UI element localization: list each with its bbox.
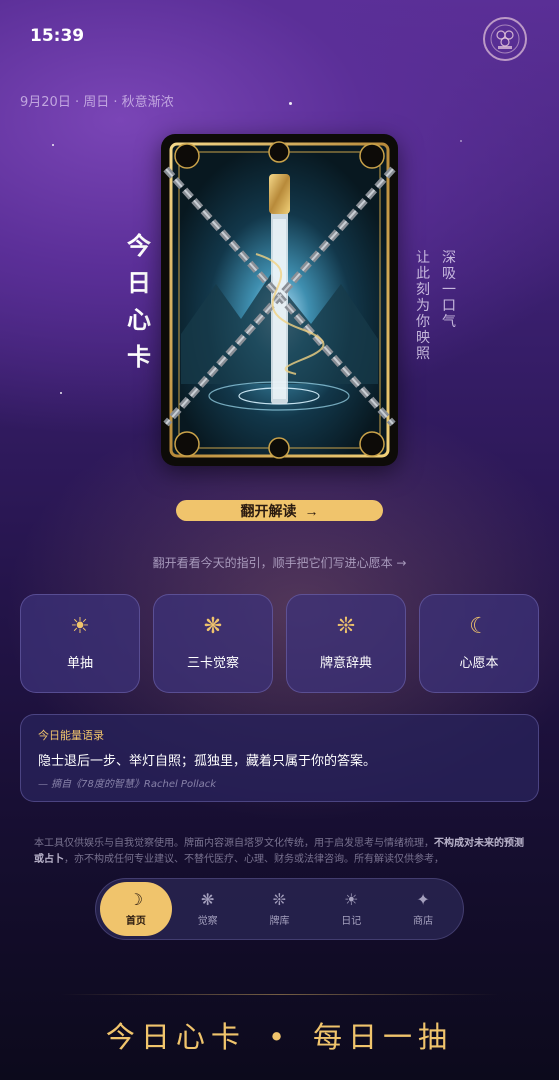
hero-title-char: 心 <box>127 306 151 334</box>
side-text-breathe: 深 吸 一 口 气 <box>442 250 456 330</box>
nav-label: 日记 <box>341 915 362 927</box>
status-time: 15:39 <box>30 26 85 46</box>
nav-card-library[interactable]: ❊ 牌库 <box>244 882 316 936</box>
nav-awareness[interactable]: ❋ 觉察 <box>172 882 244 936</box>
daily-quote-card[interactable]: 今日能量语录 隐士退后一步、举灯自照；孤独里，藏着只属于你的答案。 — 摘自《7… <box>20 714 539 802</box>
hero-title: 今 日 心 卡 <box>124 228 154 376</box>
tile-label: 单抽 <box>66 656 93 671</box>
sun-icon: ☀ <box>344 889 359 909</box>
tile-label: 三卡觉察 <box>186 656 239 671</box>
quote-text: 隐士退后一步、举灯自照；孤独里，藏着只属于你的答案。 <box>38 754 377 769</box>
hero-title-char: 日 <box>127 269 151 297</box>
snowflake-icon: ❊ <box>272 889 287 909</box>
nav-diary[interactable]: ☀ 日记 <box>315 882 387 936</box>
nav-label: 牌库 <box>269 915 290 927</box>
nav-shop[interactable]: ✦ 商店 <box>387 882 459 936</box>
footer-left: 今日心卡 <box>105 1020 246 1054</box>
tile-single-draw[interactable]: ☀ 单抽 <box>20 594 140 693</box>
star <box>460 140 462 142</box>
footer-right: 每日一抽 <box>313 1020 454 1054</box>
flip-reveal-label: 翻开解读 <box>240 502 297 519</box>
quote-source: — 摘自《78度的智慧》Rachel Pollack <box>38 779 217 790</box>
tile-label: 心愿本 <box>459 656 499 671</box>
flower-icon: ❋ <box>200 889 215 909</box>
footer-slogan: 今日心卡 • 每日一抽 <box>0 1014 559 1056</box>
footer-dot: • <box>267 1020 292 1054</box>
moon-icon: ☾ <box>469 614 489 639</box>
arrow-right-icon: → <box>304 502 319 519</box>
flower-icon: ❋ <box>203 614 223 639</box>
bottom-nav: ☽ 首页 ❋ 觉察 ❊ 牌库 ☀ 日记 ✦ 商店 <box>95 878 464 940</box>
date-label: 9月20日 · 周日 · 秋意渐浓 <box>20 95 174 110</box>
quote-title: 今日能量语录 <box>38 729 104 742</box>
tile-wish-book[interactable]: ☾ 心愿本 <box>419 594 539 693</box>
star <box>52 144 54 146</box>
sparkle-icon: ✦ <box>416 889 430 909</box>
tile-three-card[interactable]: ❋ 三卡觉察 <box>153 594 273 693</box>
sun-icon: ☀ <box>70 614 90 639</box>
side-text-reflect: 让 此 刻 为 你 映 照 <box>416 250 430 362</box>
nav-label: 首页 <box>125 915 146 927</box>
nav-label: 觉察 <box>197 915 218 927</box>
flip-reveal-button[interactable]: 翻开解读 → <box>176 500 383 521</box>
tile-card-dictionary[interactable]: ❊ 牌意辞典 <box>286 594 406 693</box>
feature-tiles: ☀ 单抽 ❋ 三卡觉察 ❊ 牌意辞典 ☾ 心愿本 <box>20 594 539 693</box>
snowflake-icon: ❊ <box>336 614 356 639</box>
nav-label: 商店 <box>413 915 434 927</box>
nav-home[interactable]: ☽ 首页 <box>100 882 172 936</box>
hint-text[interactable]: 翻开看看今天的指引，顺手把它们写进心愿本 → <box>0 554 559 571</box>
app-emblem-icon[interactable] <box>483 17 527 61</box>
tile-label: 牌意辞典 <box>319 656 372 671</box>
star <box>60 392 62 394</box>
star <box>289 102 292 105</box>
hero-title-char: 卡 <box>127 343 151 371</box>
disclaimer-text: 本工具仅供娱乐与自我觉察使用。牌面内容源自塔罗文化传统，用于启发思考与情绪梳理，… <box>34 838 524 865</box>
moon-icon: ☽ <box>128 889 144 909</box>
footer-divider <box>60 994 500 995</box>
hero-title-char: 今 <box>127 232 151 260</box>
tarot-card-image[interactable] <box>161 134 398 466</box>
